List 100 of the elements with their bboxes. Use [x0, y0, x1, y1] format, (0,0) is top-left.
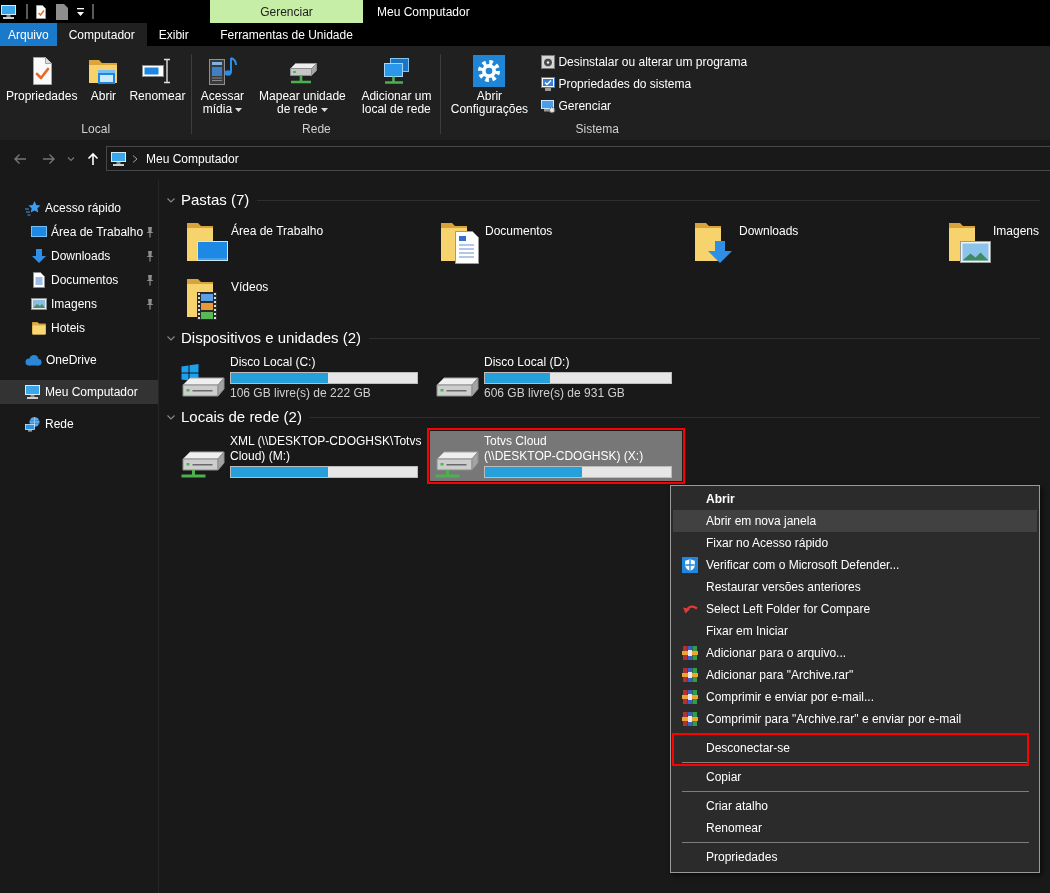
nav-item[interactable]: Acesso rápido: [0, 196, 158, 220]
desktop-icon: [31, 224, 47, 240]
chevron-down-icon[interactable]: [166, 412, 176, 422]
checked-page-icon[interactable]: [35, 3, 47, 20]
nav-item[interactable]: Documentos: [0, 268, 158, 292]
computer-icon: [110, 150, 127, 167]
menu-item[interactable]: Comprimir e enviar por e-mail...: [673, 686, 1037, 708]
picture-icon: [31, 296, 47, 312]
ribbon-button[interactable]: Propriedades do sistema: [538, 73, 751, 95]
ribbon-button[interactable]: Propriedades: [3, 49, 81, 121]
pin-icon[interactable]: [145, 274, 155, 286]
menu-item[interactable]: Abrir: [673, 488, 1037, 510]
drive-name: Disco Local (C:): [230, 355, 316, 370]
ribbon-button[interactable]: Gerenciar: [538, 95, 751, 117]
stacked-books-icon: [682, 667, 698, 683]
folder-item[interactable]: Downloads: [689, 212, 805, 268]
nav-item[interactable]: Meu Computador: [0, 380, 158, 404]
contextual-tab-header: Gerenciar: [210, 0, 363, 23]
cloud-icon: [24, 352, 42, 368]
ribbon-tab[interactable]: Exibir: [146, 23, 201, 46]
network-drive-icon: [435, 451, 479, 478]
globe-computer-icon: [24, 416, 41, 432]
menu-item[interactable]: Criar atalho: [673, 795, 1037, 817]
computer-icon: [24, 384, 41, 400]
computer-icon[interactable]: [0, 3, 17, 20]
drive-name: Disco Local (D:): [484, 355, 570, 370]
folder-icon: [31, 320, 47, 336]
nav-item[interactable]: Área de Trabalho: [0, 220, 158, 244]
ribbon-button[interactable]: Adicionar um local de rede: [355, 49, 438, 121]
folder-item[interactable]: Área de Trabalho: [181, 212, 330, 268]
chevron-down-icon[interactable]: [166, 333, 176, 343]
drive-name: XML (\\DESKTOP-CDOGHSK\Totvs Cloud) (M:): [230, 434, 423, 464]
page-icon[interactable]: [56, 3, 68, 20]
folder-item[interactable]: Documentos: [435, 212, 559, 268]
group-label: Sistema: [575, 121, 619, 137]
pin-icon[interactable]: [145, 226, 155, 238]
menu-item[interactable]: Verificar com o Microsoft Defender...: [673, 554, 1037, 576]
group-label: Rede: [302, 121, 331, 137]
settings-icon: [473, 55, 506, 87]
monitor-check-icon: [540, 76, 557, 92]
star-icon: [24, 200, 41, 216]
computer-music-icon: [206, 55, 239, 87]
disc-box-icon: [540, 54, 557, 70]
document-icon: [31, 272, 47, 288]
chevron-down-icon[interactable]: [166, 195, 176, 205]
menu-item[interactable]: Desconectar-se: [673, 737, 1037, 759]
ribbon-button[interactable]: Acessar mídia: [195, 49, 250, 121]
ribbon-button[interactable]: Mapear unidade de rede: [253, 49, 352, 121]
ribbon-tab[interactable]: Arquivo: [0, 23, 57, 46]
chevron-right-icon[interactable]: [132, 153, 138, 164]
ribbon-button[interactable]: Abrir: [84, 49, 123, 121]
menu-item[interactable]: Propriedades: [673, 846, 1037, 868]
nav-item[interactable]: Hoteis: [0, 316, 158, 340]
menu-item[interactable]: Abrir em nova janela: [673, 510, 1037, 532]
free-space-text: 106 GB livre(s) de 222 GB: [230, 386, 371, 400]
drive-tile[interactable]: Disco Local (C:) 106 GB livre(s) de 222 GB: [176, 352, 428, 403]
pin-icon[interactable]: [145, 250, 155, 262]
nav-item[interactable]: Downloads: [0, 244, 158, 268]
section-title: Locais de rede (2): [181, 407, 302, 427]
stacked-books-icon: [682, 689, 698, 705]
breadcrumb-item[interactable]: Meu Computador: [146, 150, 239, 167]
window-title: Meu Computador: [377, 4, 470, 19]
folder-item[interactable]: Imagens: [943, 212, 1046, 268]
stacked-books-icon: [682, 711, 698, 727]
address-field[interactable]: Meu Computador: [106, 146, 1050, 171]
menu-item[interactable]: Renomear: [673, 817, 1037, 839]
nav-item[interactable]: Imagens: [0, 292, 158, 316]
drive-name: Totvs Cloud (\\DESKTOP-CDOGHSK) (X:): [484, 434, 645, 464]
menu-item[interactable]: Adicionar para o arquivo...: [673, 642, 1037, 664]
menu-item[interactable]: Comprimir para "Archive.rar" e enviar por e-mail: [673, 708, 1037, 730]
caret-icon[interactable]: [76, 5, 85, 18]
menu-item[interactable]: Adicionar para "Archive.rar": [673, 664, 1037, 686]
ribbon-button[interactable]: Abrir Configurações: [444, 49, 535, 121]
drive-tile[interactable]: Disco Local (D:) 606 GB livre(s) de 931 GB: [430, 352, 682, 403]
ribbon-button[interactable]: Desinstalar ou alterar um programa: [538, 51, 751, 73]
group-label: Local: [81, 121, 111, 137]
menu-item[interactable]: Restaurar versões anteriores: [673, 576, 1037, 598]
monitor-gear-icon: [540, 98, 557, 114]
stacked-books-icon: [682, 645, 698, 661]
drive-icon: [436, 377, 479, 397]
section-title: Dispositivos e unidades (2): [181, 328, 362, 348]
menu-item[interactable]: Select Left Folder for Compare: [673, 598, 1037, 620]
nav-item[interactable]: Rede: [0, 412, 158, 436]
ribbon-tab[interactable]: Ferramentas de Unidade: [210, 23, 363, 46]
folder-item[interactable]: Vídeos: [181, 268, 275, 324]
section-title: Pastas (7): [181, 190, 250, 210]
download-arrow-icon: [31, 248, 47, 264]
ribbon-tab[interactable]: Computador: [56, 23, 147, 46]
menu-item[interactable]: Fixar no Acesso rápido: [673, 532, 1037, 554]
up-arrow-icon[interactable]: [85, 150, 101, 167]
menu-item[interactable]: Copiar: [673, 766, 1037, 788]
drive-tile[interactable]: XML (\\DESKTOP-CDOGHSK\Totvs Cloud) (M:): [176, 431, 428, 481]
ribbon-button[interactable]: Renomear: [126, 49, 189, 121]
shield-icon: [682, 557, 698, 573]
nav-item[interactable]: OneDrive: [0, 348, 158, 372]
drive-tile[interactable]: Totvs Cloud (\\DESKTOP-CDOGHSK) (X:): [430, 431, 682, 481]
network-drive-icon: [181, 451, 225, 478]
free-space-text: 606 GB livre(s) de 931 GB: [484, 386, 625, 400]
menu-item[interactable]: Fixar em Iniciar: [673, 620, 1037, 642]
pin-icon[interactable]: [145, 298, 155, 310]
